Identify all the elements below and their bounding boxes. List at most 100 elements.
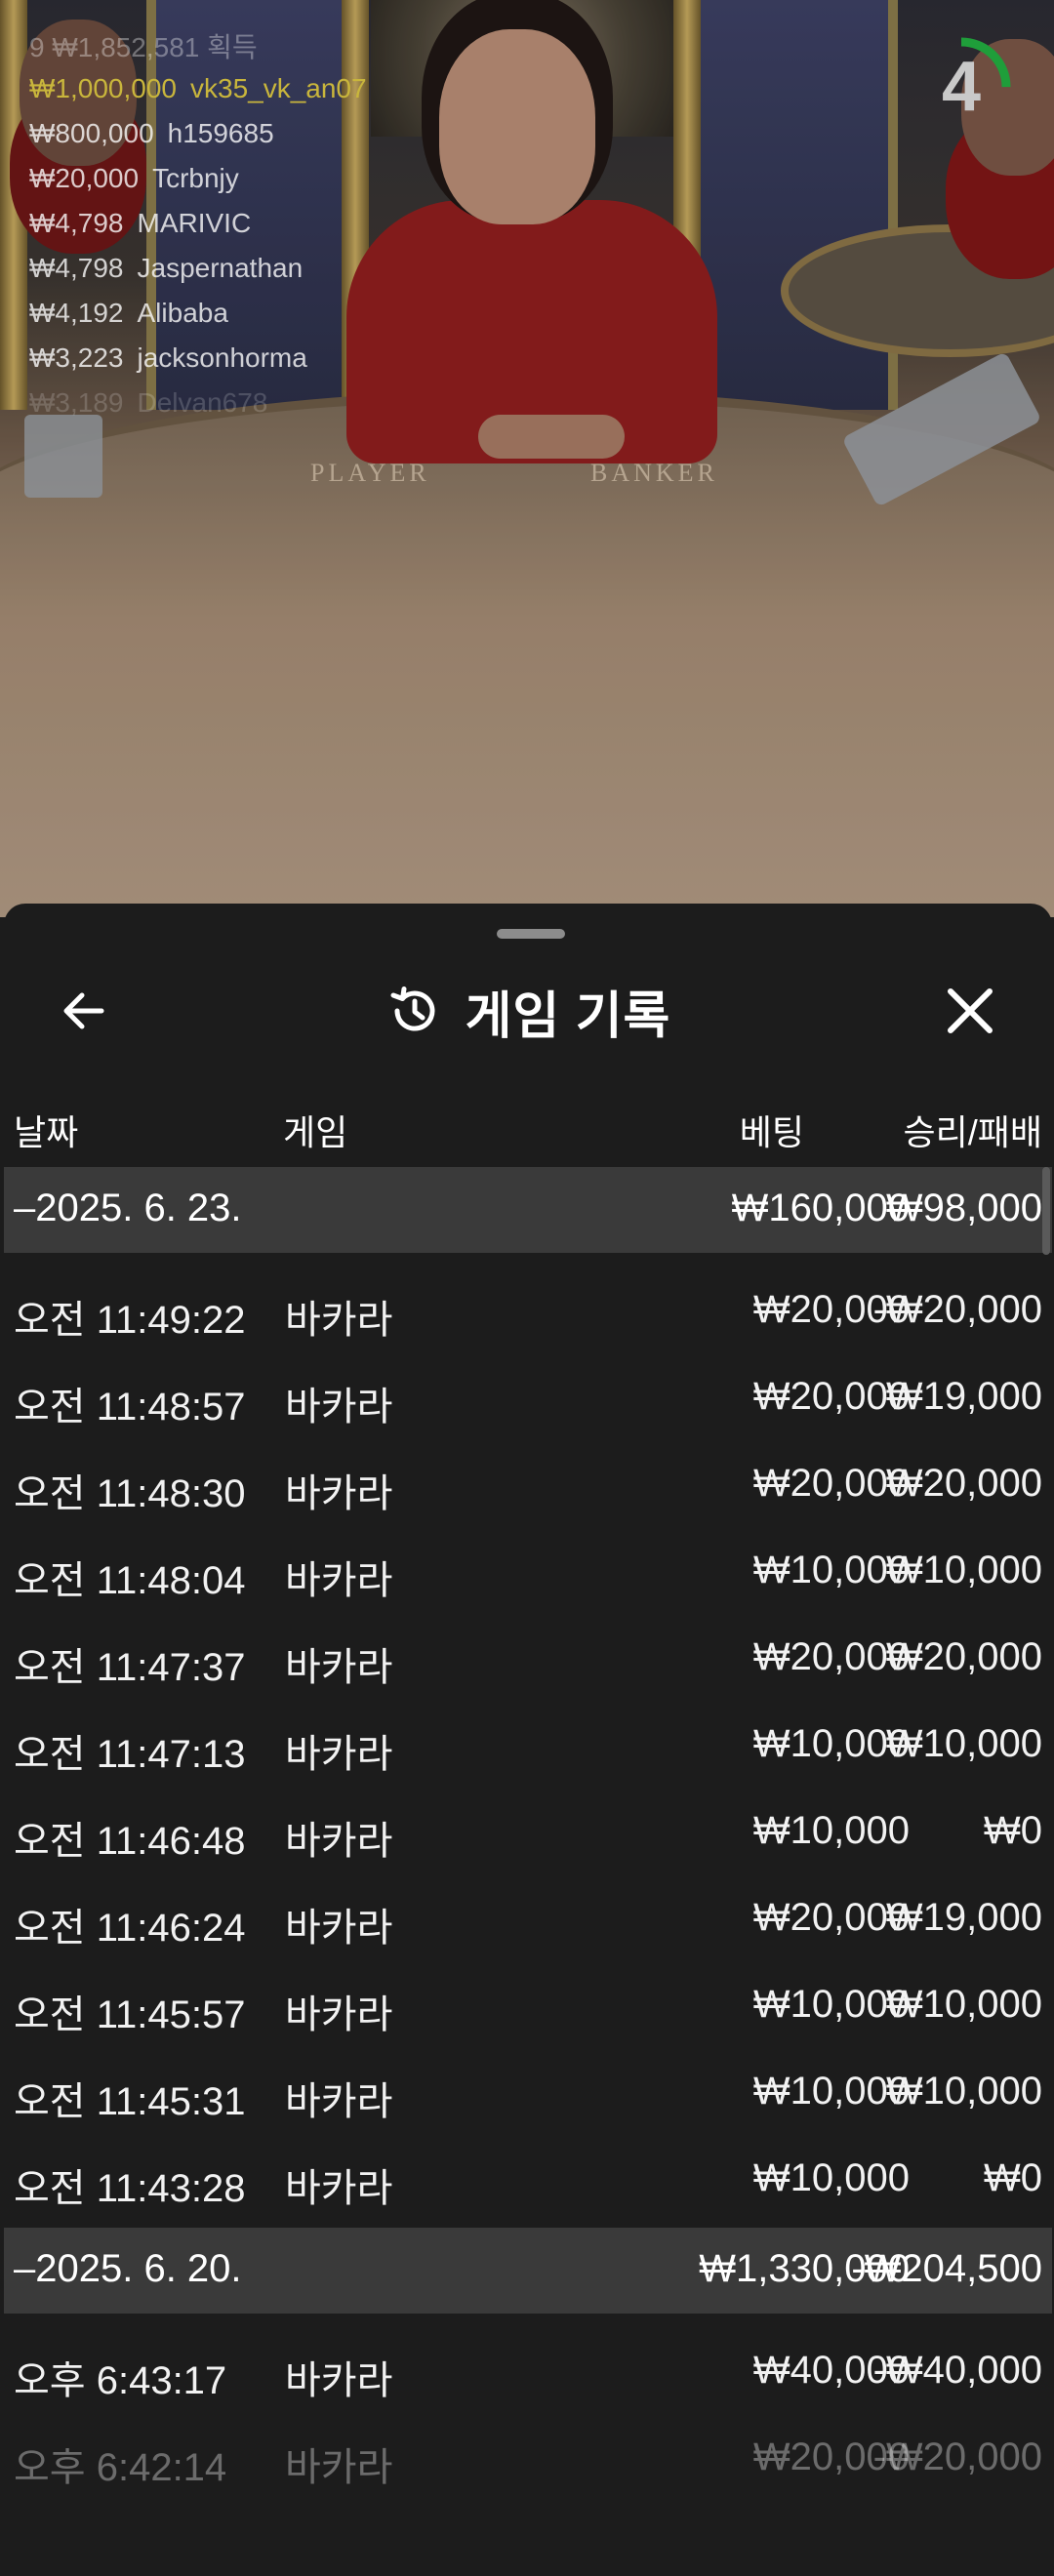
row-win-loss: ₩0 xyxy=(984,1809,1042,1852)
column-header-date: 날짜 xyxy=(14,1112,79,1152)
row-time: 오전 11:48:57 xyxy=(14,1386,246,1429)
row-time: 오전 11:46:24 xyxy=(14,1907,246,1950)
column-header-bet: 베팅 xyxy=(739,1112,804,1152)
winner-row: ₩800,000 h159685 xyxy=(29,111,367,156)
winner-row: ₩20,000 Tcrbnjy xyxy=(29,156,367,201)
close-button[interactable] xyxy=(941,982,999,1040)
row-bet: ₩10,000 xyxy=(752,2156,910,2199)
countdown-timer: 4 xyxy=(908,33,1015,141)
row-win-loss: ₩0 xyxy=(984,2156,1042,2199)
row-win-loss: ₩10,000 xyxy=(885,1549,1042,1591)
row-win-loss: ₩20,000 xyxy=(885,1635,1042,1678)
sheet-title: 게임 기록 xyxy=(465,987,671,1045)
row-time: 오전 11:48:04 xyxy=(14,1559,246,1602)
date-group-row[interactable]: –2025. 6. 20. ₩1,330,000 -₩204,500 xyxy=(4,2228,1052,2314)
winner-amount: ₩1,000,000 xyxy=(29,73,177,103)
table-row[interactable]: 오전 11:48:30 바카라 ₩20,000 ₩20,000 xyxy=(4,1436,1052,1523)
row-game: 바카라 xyxy=(285,1907,393,1950)
close-icon xyxy=(948,988,993,1033)
table-row[interactable]: 오전 11:46:24 바카라 ₩20,000 ₩19,000 xyxy=(4,1871,1052,1957)
winner-amount: ₩4,798 xyxy=(29,253,124,283)
winner-name: Jaspernathan xyxy=(137,253,304,283)
table-row[interactable]: 오전 11:46:48 바카라 ₩10,000 ₩0 xyxy=(4,1784,1052,1871)
arrow-left-icon xyxy=(63,992,104,1029)
row-game: 바카라 xyxy=(285,1386,393,1429)
row-time: 오전 11:49:22 xyxy=(14,1299,246,1342)
date-group-row[interactable]: –2025. 6. 23. ₩160,000 ₩98,000 xyxy=(4,1167,1052,1253)
sheet-header: 게임 기록 xyxy=(4,962,1052,1060)
winner-name: Delvan678 xyxy=(137,387,268,418)
row-time: 오전 11:48:30 xyxy=(14,1472,246,1515)
row-game: 바카라 xyxy=(285,1646,393,1689)
history-icon xyxy=(390,986,435,1031)
row-time: 오후 6:42:14 xyxy=(14,2446,227,2489)
row-time: 오전 11:45:57 xyxy=(14,1993,246,2036)
row-time: 오전 11:46:48 xyxy=(14,1820,246,1863)
winner-name: Tcrbnjy xyxy=(152,163,239,193)
row-win-loss: ₩10,000 xyxy=(885,1722,1042,1765)
row-game: 바카라 xyxy=(285,2167,393,2210)
row-game: 바카라 xyxy=(285,2080,393,2123)
table-row[interactable]: 오후 6:42:14 바카라 ₩20,000 -₩20,000 xyxy=(4,2410,1052,2497)
row-win-loss: -₩20,000 xyxy=(872,2435,1042,2478)
row-game: 바카라 xyxy=(285,1733,393,1776)
game-history-sheet: 게임 기록 날짜 게임 베팅 승리/패배 –2025. 6. 23. ₩160,… xyxy=(4,904,1052,2576)
group-total-win-loss: -₩204,500 xyxy=(851,2247,1042,2290)
row-win-loss: ₩19,000 xyxy=(885,1375,1042,1418)
winner-amount: ₩4,798 xyxy=(29,208,124,238)
winner-name: MARIVIC xyxy=(137,208,252,238)
table-row[interactable]: 오전 11:47:13 바카라 ₩10,000 ₩10,000 xyxy=(4,1697,1052,1784)
row-game: 바카라 xyxy=(285,1820,393,1863)
winner-row: ₩4,798 Jaspernathan xyxy=(29,246,367,291)
winner-row: ₩3,223 jacksonhorma xyxy=(29,336,367,381)
table-row[interactable]: 오전 11:47:37 바카라 ₩20,000 ₩20,000 xyxy=(4,1610,1052,1697)
back-button[interactable] xyxy=(55,982,113,1040)
table-header: 날짜 게임 베팅 승리/패배 xyxy=(4,1097,1052,1153)
sheet-drag-handle[interactable] xyxy=(497,929,565,939)
winner-name: h159685 xyxy=(167,118,274,148)
row-game: 바카라 xyxy=(285,1993,393,2036)
row-win-loss: ₩19,000 xyxy=(885,1896,1042,1939)
row-win-loss: ₩20,000 xyxy=(885,1462,1042,1505)
group-total-win-loss: ₩98,000 xyxy=(885,1187,1042,1229)
winner-name: Alibaba xyxy=(137,298,228,328)
scrollbar[interactable] xyxy=(1042,1167,1050,1255)
row-time: 오전 11:47:13 xyxy=(14,1733,246,1776)
table-row[interactable]: 오후 6:43:17 바카라 ₩40,000 -₩40,000 xyxy=(4,2323,1052,2410)
winner-name: jacksonhorma xyxy=(137,342,307,373)
column-header-win-loss: 승리/패배 xyxy=(903,1112,1042,1152)
table-row[interactable]: 오전 11:48:57 바카라 ₩20,000 ₩19,000 xyxy=(4,1349,1052,1436)
date-group-label: –2025. 6. 20. xyxy=(14,2247,242,2290)
row-bet: ₩10,000 xyxy=(752,1809,910,1852)
row-win-loss: -₩20,000 xyxy=(872,1288,1042,1331)
table-row[interactable]: 오전 11:45:31 바카라 ₩10,000 ₩10,000 xyxy=(4,2044,1052,2131)
table-row[interactable]: 오전 11:48:04 바카라 ₩10,000 ₩10,000 xyxy=(4,1523,1052,1610)
row-win-loss: ₩10,000 xyxy=(885,1983,1042,2026)
winner-row: ₩4,192 Alibaba xyxy=(29,291,367,336)
winners-header: 9 ₩1,852,581 획득 xyxy=(29,32,258,62)
winner-amount: ₩800,000 xyxy=(29,118,154,148)
row-win-loss: ₩10,000 xyxy=(885,2070,1042,2113)
row-game: 바카라 xyxy=(285,1299,393,1342)
row-game: 바카라 xyxy=(285,1559,393,1602)
group-total-bet: ₩160,000 xyxy=(731,1187,910,1229)
table-row[interactable]: 오전 11:49:22 바카라 ₩20,000 -₩20,000 xyxy=(4,1263,1052,1349)
table-row[interactable]: 오전 11:43:28 바카라 ₩10,000 ₩0 xyxy=(4,2131,1052,2218)
row-game: 바카라 xyxy=(285,1472,393,1515)
winner-row: ₩3,189 Delvan678 xyxy=(29,381,367,425)
row-time: 오전 11:43:28 xyxy=(14,2167,246,2210)
row-time: 오전 11:47:37 xyxy=(14,1646,246,1689)
history-table: –2025. 6. 23. ₩160,000 ₩98,000 오전 11:49:… xyxy=(4,1167,1052,2497)
column-header-game: 게임 xyxy=(283,1112,348,1152)
row-game: 바카라 xyxy=(285,2446,393,2489)
date-group-label: –2025. 6. 23. xyxy=(14,1187,242,1229)
winners-list: 9 ₩1,852,581 획득 ₩1,000,000 vk35_vk_an07 … xyxy=(29,32,367,425)
winner-row: ₩4,798 MARIVIC xyxy=(29,201,367,246)
table-row[interactable]: 오전 11:45:57 바카라 ₩10,000 ₩10,000 xyxy=(4,1957,1052,2044)
winner-amount: ₩3,189 xyxy=(29,387,124,418)
timer-value: 4 xyxy=(941,48,982,126)
winner-amount: ₩20,000 xyxy=(29,163,140,193)
winner-row: ₩1,000,000 vk35_vk_an07 xyxy=(29,66,367,111)
row-time: 오전 11:45:31 xyxy=(14,2080,246,2123)
winner-amount: ₩3,223 xyxy=(29,342,124,373)
